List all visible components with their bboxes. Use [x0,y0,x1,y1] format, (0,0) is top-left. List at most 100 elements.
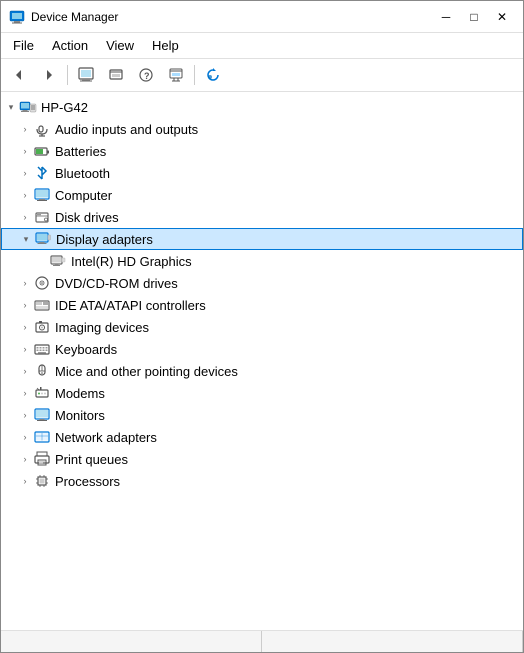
display-expander[interactable]: ▾ [18,231,34,247]
root-icon [19,98,37,116]
menu-help[interactable]: Help [144,35,187,56]
processors-label: Processors [55,474,120,489]
tree-root[interactable]: ▾ HP-G42 [1,96,523,118]
app-icon [9,9,25,25]
tree-item-bluetooth[interactable]: › Bluetooth [1,162,523,184]
disk-icon [33,208,51,226]
print-label: Print queues [55,452,128,467]
network-icon [33,428,51,446]
tree-item-network[interactable]: › Network adapters [1,426,523,448]
computer-label: Computer [55,188,112,203]
dvd-expander[interactable]: › [17,275,33,291]
imaging-icon [33,318,51,336]
keyboards-expander[interactable]: › [17,341,33,357]
toolbar-separator-2 [194,65,195,85]
content-area: ▾ HP-G42 › [1,92,523,630]
scan-button[interactable] [162,62,190,88]
refresh-button[interactable] [199,62,227,88]
minimize-button[interactable]: ─ [433,7,459,27]
disk-label: Disk drives [55,210,119,225]
modems-expander[interactable]: › [17,385,33,401]
tree-item-audio[interactable]: › Audio inputs and outputs [1,118,523,140]
toolbar-separator-1 [67,65,68,85]
toolbar: ? [1,59,523,92]
tree-item-disk[interactable]: › Disk drives [1,206,523,228]
menu-file[interactable]: File [5,35,42,56]
status-pane-2 [262,631,523,652]
root-expander[interactable]: ▾ [3,99,19,115]
tree-item-intel[interactable]: Intel(R) HD Graphics [1,250,523,272]
ide-icon [33,296,51,314]
audio-label: Audio inputs and outputs [55,122,198,137]
monitors-icon [33,406,51,424]
title-bar: Device Manager ─ □ ✕ [1,1,523,33]
update-driver-button[interactable] [102,62,130,88]
menu-action[interactable]: Action [44,35,96,56]
root-label: HP-G42 [41,100,88,115]
ide-label: IDE ATA/ATAPI controllers [55,298,206,313]
tree-item-ide[interactable]: › IDE ATA/ATAPI controllers [1,294,523,316]
monitors-label: Monitors [55,408,105,423]
tree-item-dvd[interactable]: › DVD/CD-ROM drives [1,272,523,294]
device-tree[interactable]: ▾ HP-G42 › [1,92,523,630]
back-button[interactable] [5,62,33,88]
computer-expander[interactable]: › [17,187,33,203]
mice-icon [33,362,51,380]
modems-label: Modems [55,386,105,401]
batteries-label: Batteries [55,144,106,159]
properties-button[interactable] [72,62,100,88]
ide-expander[interactable]: › [17,297,33,313]
close-button[interactable]: ✕ [489,7,515,27]
bluetooth-icon [33,164,51,182]
svg-text:?: ? [144,71,150,81]
tree-item-keyboards[interactable]: › Keyboards [1,338,523,360]
print-expander[interactable]: › [17,451,33,467]
tree-item-display[interactable]: ▾ Display adapters [1,228,523,250]
print-icon [33,450,51,468]
audio-expander[interactable]: › [17,121,33,137]
keyboards-label: Keyboards [55,342,117,357]
forward-button[interactable] [35,62,63,88]
computer-icon [33,186,51,204]
disk-expander[interactable]: › [17,209,33,225]
intel-label: Intel(R) HD Graphics [71,254,192,269]
title-bar-left: Device Manager [9,9,118,25]
audio-icon [33,120,51,138]
mice-label: Mice and other pointing devices [55,364,238,379]
processors-expander[interactable]: › [17,473,33,489]
display-icon [34,230,52,248]
modems-icon [33,384,51,402]
tree-item-computer[interactable]: › Computer [1,184,523,206]
status-bar [1,630,523,652]
tree-item-imaging[interactable]: › Imaging devices [1,316,523,338]
device-manager-window: Device Manager ─ □ ✕ File Action View He… [0,0,524,653]
menu-view[interactable]: View [98,35,142,56]
monitors-expander[interactable]: › [17,407,33,423]
tree-item-mice[interactable]: › Mice and other pointing devices [1,360,523,382]
title-buttons: ─ □ ✕ [433,7,515,27]
keyboards-icon [33,340,51,358]
status-pane-1 [1,631,262,652]
batteries-icon [33,142,51,160]
dvd-label: DVD/CD-ROM drives [55,276,178,291]
maximize-button[interactable]: □ [461,7,487,27]
network-label: Network adapters [55,430,157,445]
tree-item-processors[interactable]: › Processors [1,470,523,492]
dvd-icon [33,274,51,292]
imaging-expander[interactable]: › [17,319,33,335]
tree-item-monitors[interactable]: › Monitors [1,404,523,426]
mice-expander[interactable]: › [17,363,33,379]
menu-bar: File Action View Help [1,33,523,59]
tree-item-modems[interactable]: › Modems [1,382,523,404]
bluetooth-expander[interactable]: › [17,165,33,181]
network-expander[interactable]: › [17,429,33,445]
processors-icon [33,472,51,490]
imaging-label: Imaging devices [55,320,149,335]
batteries-expander[interactable]: › [17,143,33,159]
bluetooth-label: Bluetooth [55,166,110,181]
help-button[interactable]: ? [132,62,160,88]
intel-icon [49,252,67,270]
tree-item-batteries[interactable]: › Batteries [1,140,523,162]
tree-item-print[interactable]: › Print queues [1,448,523,470]
window-title: Device Manager [31,10,118,24]
